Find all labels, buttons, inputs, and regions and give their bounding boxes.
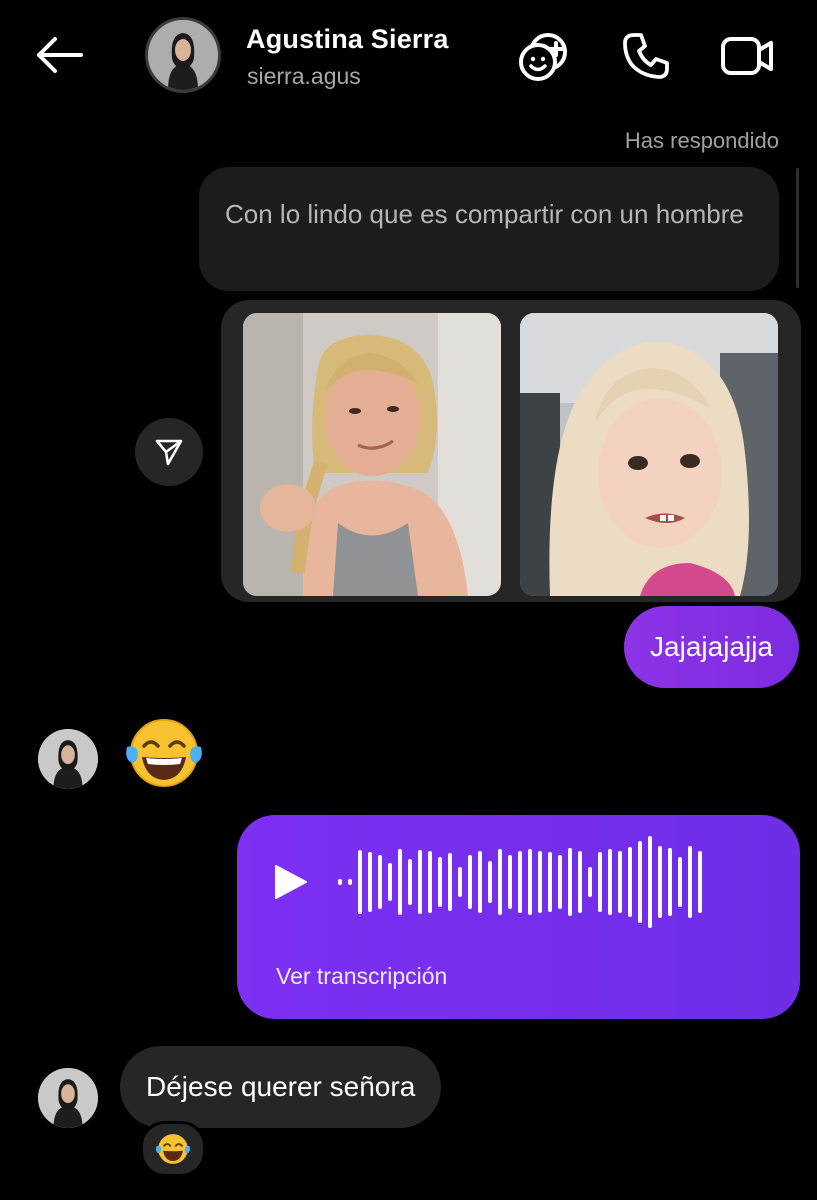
effects-button[interactable] xyxy=(515,27,573,85)
sticker-plus-icon xyxy=(519,33,567,81)
back-button[interactable] xyxy=(28,30,90,80)
video-call-button[interactable] xyxy=(718,27,776,85)
waveform-bar xyxy=(468,855,472,909)
waveform-bar xyxy=(458,867,462,897)
play-icon xyxy=(275,865,307,899)
waveform-bar xyxy=(378,855,382,909)
waveform-bar xyxy=(588,867,592,897)
audio-waveform[interactable] xyxy=(338,835,702,929)
waveform-bar xyxy=(398,849,402,915)
sent-message-bubble[interactable]: Jajajajajja xyxy=(624,606,799,688)
waveform-bar xyxy=(548,852,552,912)
share-button[interactable] xyxy=(135,418,203,486)
waveform-bar xyxy=(368,852,372,912)
waveform-bar xyxy=(688,846,692,918)
image-attachment-2[interactable] xyxy=(520,313,778,596)
waveform-bar xyxy=(538,851,542,913)
phone-icon xyxy=(623,33,669,79)
received-emoji-message[interactable] xyxy=(124,717,204,789)
waveform-bar xyxy=(678,857,682,907)
waveform-bar xyxy=(528,849,532,915)
paper-plane-icon xyxy=(155,439,183,466)
waveform-bar xyxy=(478,851,482,913)
play-button[interactable] xyxy=(270,862,310,902)
scroll-indicator xyxy=(796,168,799,288)
side-eye-girl-photo xyxy=(520,313,778,596)
sender-avatar[interactable] xyxy=(38,1068,98,1128)
replied-message-quote[interactable]: Con lo lindo que es compartir con un hom… xyxy=(199,167,779,291)
waveform-bar xyxy=(608,849,612,915)
waveform-bar xyxy=(508,855,512,909)
waveform-bar xyxy=(518,851,522,913)
waveform-bar xyxy=(558,855,562,909)
image-attachment-group xyxy=(221,300,801,602)
reply-label: Has respondido xyxy=(624,128,779,153)
waveform-bar xyxy=(598,852,602,912)
waveform-bar xyxy=(648,836,652,928)
waveform-bar xyxy=(408,859,412,905)
sent-message-text: Jajajajajja xyxy=(650,631,773,662)
waveform-bar xyxy=(448,853,452,911)
waveform-bar xyxy=(348,879,352,885)
waveform-bar xyxy=(628,847,632,917)
waveform-bar xyxy=(428,851,432,913)
voice-call-button[interactable] xyxy=(617,27,675,85)
woman-braiding-hair-photo xyxy=(243,313,501,596)
waveform-bar xyxy=(578,851,582,913)
message-reaction[interactable] xyxy=(140,1121,206,1177)
waveform-bar xyxy=(638,841,642,923)
received-message-bubble[interactable]: Déjese querer señora xyxy=(120,1046,442,1128)
waveform-bar xyxy=(438,857,442,907)
video-camera-icon xyxy=(721,37,773,75)
avatar-photo xyxy=(38,1068,98,1128)
waveform-bar xyxy=(498,849,502,915)
arrow-left-icon xyxy=(37,37,83,73)
tears-of-joy-emoji-icon xyxy=(155,1134,191,1164)
sender-avatar[interactable] xyxy=(38,729,98,789)
waveform-bar xyxy=(618,851,622,913)
contact-name[interactable]: Agustina Sierra xyxy=(246,24,449,55)
view-transcription-link[interactable]: Ver transcripción xyxy=(276,963,447,990)
image-attachment-1[interactable] xyxy=(243,313,501,596)
waveform-bar xyxy=(338,879,342,885)
avatar-photo xyxy=(38,729,98,789)
waveform-bar xyxy=(388,863,392,901)
waveform-bar xyxy=(668,848,672,916)
waveform-bar xyxy=(568,848,572,916)
avatar-photo xyxy=(148,20,218,90)
header-avatar[interactable] xyxy=(145,17,221,93)
tears-of-joy-emoji-icon xyxy=(126,719,202,787)
waveform-bar xyxy=(418,850,422,914)
waveform-bar xyxy=(358,850,362,914)
contact-username[interactable]: sierra.agus xyxy=(247,63,361,90)
waveform-bar xyxy=(658,846,662,918)
waveform-bar xyxy=(698,851,702,913)
received-message-text: Déjese querer señora xyxy=(146,1071,416,1102)
waveform-bar xyxy=(488,861,492,903)
